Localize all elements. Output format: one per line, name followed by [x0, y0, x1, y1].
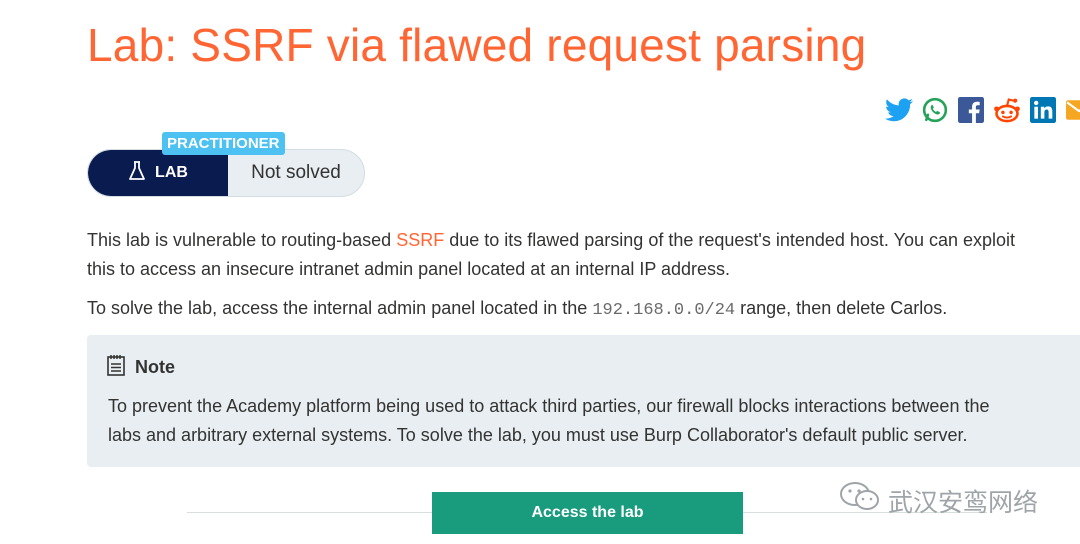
ssrf-link[interactable]: SSRF [396, 230, 444, 250]
access-lab-button[interactable]: Access the lab [432, 492, 743, 534]
lab-type-label: LAB [155, 164, 188, 181]
description-text: This lab is vulnerable to routing-based [87, 230, 397, 250]
note-line: To prevent the Academy platform being us… [108, 396, 990, 416]
facebook-icon[interactable] [956, 95, 986, 125]
wechat-icon [838, 480, 882, 521]
linkedin-icon[interactable] [1028, 95, 1058, 125]
note-body: To prevent the Academy platform being us… [108, 392, 989, 450]
share-bar [884, 95, 1080, 125]
page-title: Lab: SSRF via flawed request parsing [87, 19, 867, 71]
twitter-icon[interactable] [884, 95, 914, 125]
objective-text: range, then delete Carlos. [735, 298, 948, 318]
lab-type: LAB [88, 150, 228, 196]
email-icon[interactable] [1064, 95, 1080, 125]
watermark-text: 武汉安鸾网络 [888, 488, 1039, 517]
flask-icon [128, 160, 146, 186]
whatsapp-icon[interactable] [920, 95, 950, 125]
note-box: Note To prevent the Academy platform bei… [87, 335, 1080, 467]
lab-status-pill: LAB Not solved [87, 149, 365, 197]
description-text: this to access an insecure intranet admi… [87, 259, 731, 279]
level-badge: PRACTITIONER [162, 132, 285, 155]
lab-objective: To solve the lab, access the internal ad… [87, 294, 947, 325]
note-line: labs and arbitrary external systems. To … [108, 425, 968, 445]
notepad-icon [107, 354, 125, 381]
ip-range-code: 192.168.0.0/24 [592, 301, 736, 320]
note-heading: Note [135, 357, 175, 377]
note-header: Note [107, 354, 175, 381]
solve-status: Not solved [251, 162, 341, 183]
watermark: 武汉安鸾网络 [838, 480, 1038, 521]
lab-description: This lab is vulnerable to routing-based … [87, 226, 1015, 284]
objective-text: To solve the lab, access the internal ad… [87, 298, 593, 318]
description-text: due to its flawed parsing of the request… [444, 230, 1016, 250]
reddit-icon[interactable] [992, 95, 1022, 125]
